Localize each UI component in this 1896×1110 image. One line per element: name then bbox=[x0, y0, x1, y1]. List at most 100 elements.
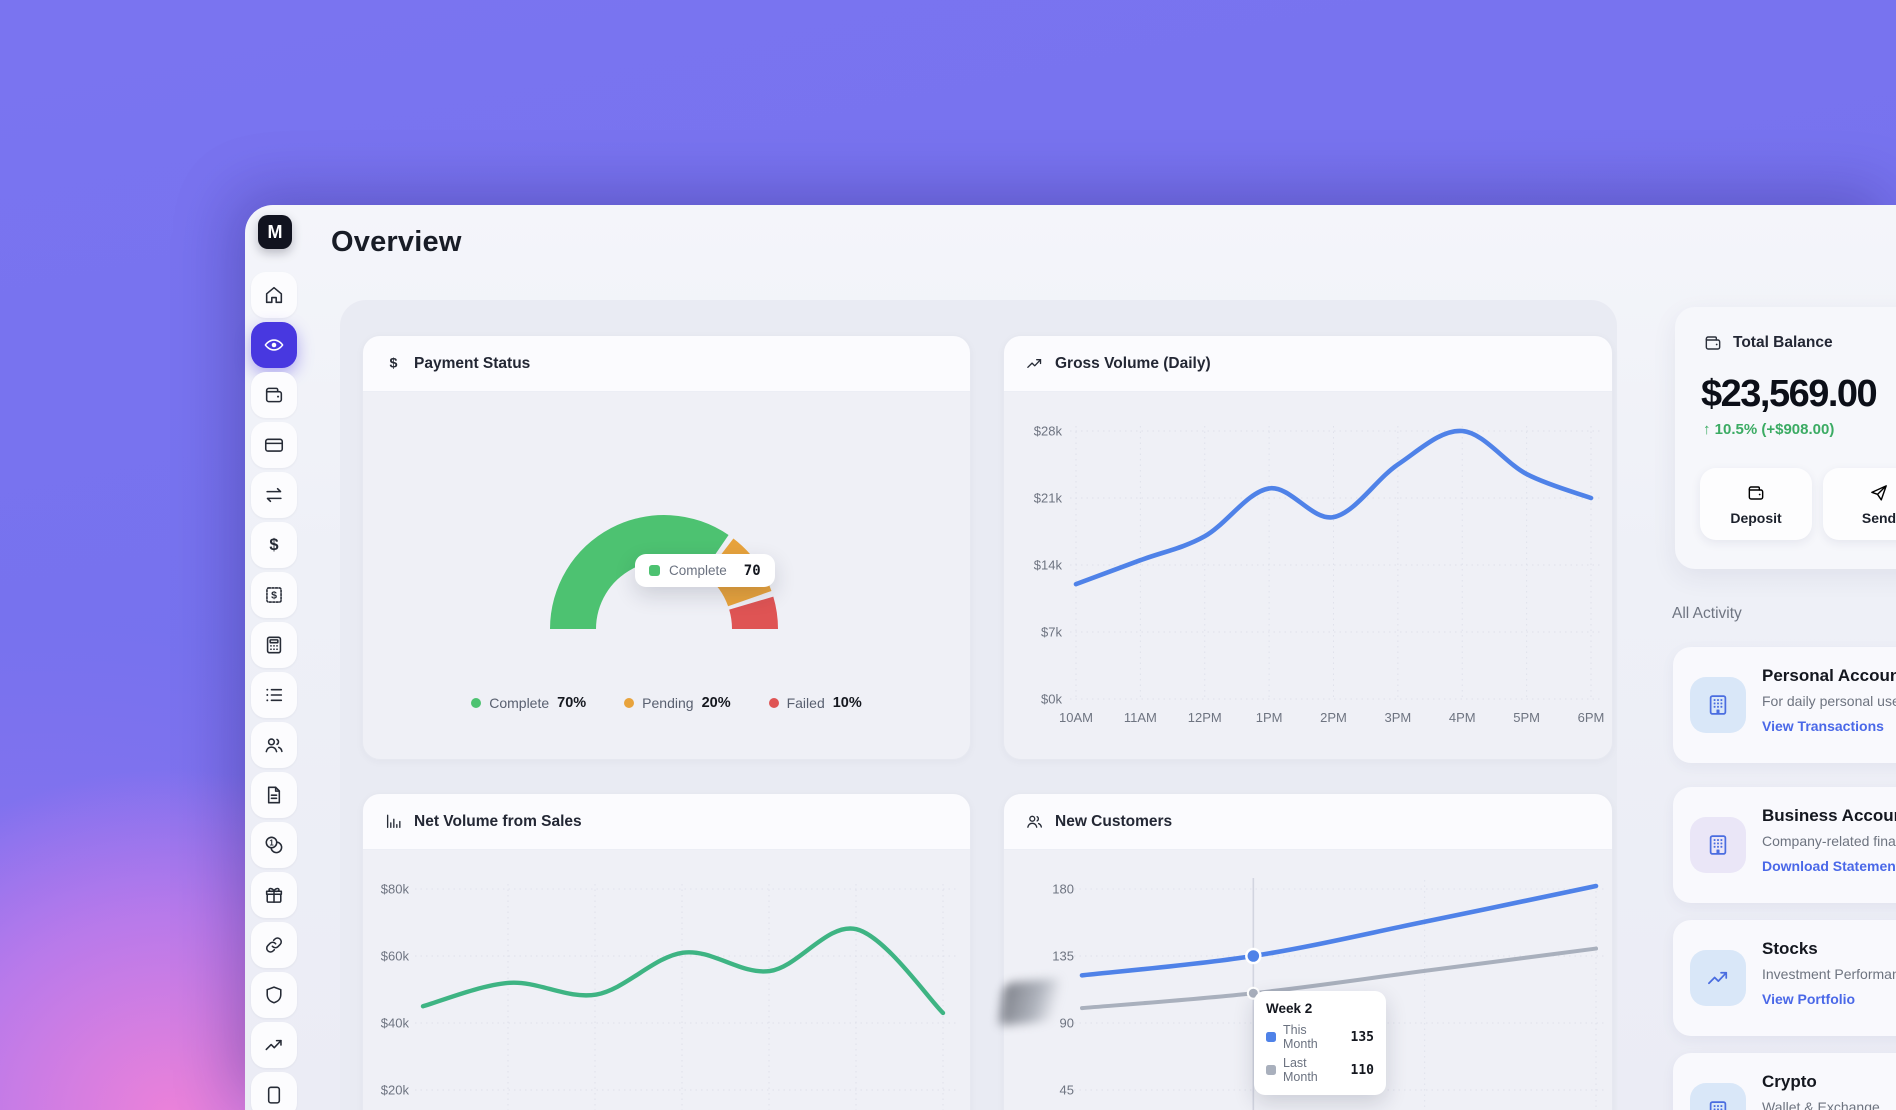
card-title: Net Volume from Sales bbox=[414, 813, 582, 831]
svg-text:6PM: 6PM bbox=[1578, 710, 1605, 725]
legend-item: Complete70% bbox=[471, 695, 586, 711]
sidebar-item-calculator[interactable] bbox=[251, 622, 297, 668]
device-icon bbox=[263, 1084, 285, 1106]
tooltip-label: Last Month bbox=[1283, 1056, 1344, 1084]
dollar-icon: $ bbox=[263, 534, 285, 556]
card-title: New Customers bbox=[1055, 813, 1172, 831]
total-balance-card: Total Balance $23,569.00 ↑ 10.5% (+$908.… bbox=[1675, 307, 1896, 569]
gross-volume-line-chart: $0k$7k$14k$21k$28k10AM11AM12PM1PM2PM3PM4… bbox=[1004, 392, 1613, 760]
svg-text:3PM: 3PM bbox=[1385, 710, 1412, 725]
wallet-icon bbox=[263, 384, 285, 406]
tooltip-row: Last Month 110 bbox=[1266, 1056, 1374, 1084]
svg-text:$40k: $40k bbox=[381, 1016, 410, 1031]
sidebar-item-document[interactable] bbox=[251, 772, 297, 818]
card-title: Gross Volume (Daily) bbox=[1055, 355, 1211, 373]
svg-text:2PM: 2PM bbox=[1320, 710, 1347, 725]
sidebar-item-dollar[interactable]: $ bbox=[251, 522, 297, 568]
svg-text:$60k: $60k bbox=[381, 949, 410, 964]
send-button[interactable]: Send bbox=[1823, 468, 1896, 540]
gross-volume-header: Gross Volume (Daily) bbox=[1004, 336, 1612, 392]
wallet-icon bbox=[1746, 483, 1766, 503]
credit-card-icon bbox=[263, 434, 285, 456]
svg-text:$: $ bbox=[271, 590, 277, 602]
trending-up-icon bbox=[1705, 965, 1731, 991]
gift-icon bbox=[263, 884, 285, 906]
tooltip-row: This Month 135 bbox=[1266, 1023, 1374, 1051]
svg-text:$14k: $14k bbox=[1034, 558, 1063, 573]
view-portfolio-link[interactable]: View Portfolio bbox=[1762, 991, 1896, 1007]
activity-item-personal-account[interactable]: Personal Account For daily personal use … bbox=[1673, 647, 1896, 763]
legend-dot bbox=[624, 698, 634, 708]
svg-text:$20k: $20k bbox=[381, 1083, 410, 1098]
app-logo[interactable]: M bbox=[258, 215, 292, 249]
building-icon bbox=[1705, 832, 1731, 858]
svg-text:11AM: 11AM bbox=[1124, 710, 1157, 725]
total-balance-header: Total Balance bbox=[1703, 333, 1833, 353]
svg-text:180: 180 bbox=[1052, 882, 1074, 897]
activity-item-business-account[interactable]: Business Account Company-related finance… bbox=[1673, 787, 1896, 903]
calculator-icon bbox=[263, 634, 285, 656]
sidebar-item-transfer[interactable] bbox=[251, 472, 297, 518]
payment-status-body: Complete 70 Complete70%Pending20%Failed1… bbox=[363, 392, 970, 760]
tooltip-value: 135 bbox=[1351, 1030, 1374, 1045]
deposit-button[interactable]: Deposit bbox=[1700, 468, 1812, 540]
svg-text:$: $ bbox=[269, 536, 278, 554]
activity-item-crypto[interactable]: Crypto Wallet & Exchange bbox=[1673, 1053, 1896, 1110]
legend-value: 20% bbox=[702, 695, 731, 711]
view-transactions-link[interactable]: View Transactions bbox=[1762, 718, 1896, 734]
page-title: Overview bbox=[331, 226, 462, 259]
payment-status-legend: Complete70%Pending20%Failed10% bbox=[363, 695, 970, 711]
svg-text:135: 135 bbox=[1052, 949, 1074, 964]
sidebar-item-wallet[interactable] bbox=[251, 372, 297, 418]
tooltip-label: Complete bbox=[669, 563, 727, 578]
users-icon bbox=[263, 734, 285, 756]
sidebar-item-eye[interactable] bbox=[251, 322, 297, 368]
sidebar-item-credit-card[interactable] bbox=[251, 422, 297, 468]
payment-status-card: $ Payment Status Complete 70 Complete70%… bbox=[362, 335, 971, 760]
svg-text:$: $ bbox=[390, 356, 398, 372]
activity-title: Stocks bbox=[1762, 939, 1896, 959]
bar-chart-icon bbox=[384, 812, 403, 831]
new-customers-header: New Customers bbox=[1004, 794, 1612, 850]
svg-text:$7k: $7k bbox=[1041, 625, 1062, 640]
svg-text:$28k: $28k bbox=[1034, 424, 1063, 439]
svg-text:45: 45 bbox=[1060, 1083, 1074, 1098]
svg-text:$21k: $21k bbox=[1034, 491, 1063, 506]
download-statements-link[interactable]: Download Statements bbox=[1762, 858, 1896, 874]
activity-title: Business Account bbox=[1762, 806, 1896, 826]
account-tile bbox=[1690, 817, 1746, 873]
button-label: Deposit bbox=[1730, 510, 1781, 526]
net-volume-card: Net Volume from Sales $20k$40k$60k$80k bbox=[362, 793, 971, 1110]
sidebar-item-device[interactable] bbox=[251, 1072, 297, 1110]
legend-label: Complete bbox=[489, 695, 549, 711]
sidebar-item-home[interactable] bbox=[251, 272, 297, 318]
gross-volume-body: $0k$7k$14k$21k$28k10AM11AM12PM1PM2PM3PM4… bbox=[1004, 392, 1612, 760]
sidebar-item-list[interactable] bbox=[251, 672, 297, 718]
svg-text:10AM: 10AM bbox=[1059, 710, 1093, 725]
tooltip-value: 110 bbox=[1351, 1063, 1374, 1078]
sidebar-item-trending-up[interactable] bbox=[251, 1022, 297, 1068]
net-volume-body: $20k$40k$60k$80k bbox=[363, 850, 970, 1110]
svg-text:4PM: 4PM bbox=[1449, 710, 1476, 725]
activity-subtitle: Company-related finances bbox=[1762, 833, 1896, 849]
activity-item-stocks[interactable]: Stocks Investment Performance View Portf… bbox=[1673, 920, 1896, 1036]
document-icon bbox=[263, 784, 285, 806]
sidebar-item-invoice[interactable]: $ bbox=[251, 572, 297, 618]
sidebar-item-link[interactable] bbox=[251, 922, 297, 968]
svg-text:12PM: 12PM bbox=[1188, 710, 1222, 725]
invoice-icon: $ bbox=[263, 584, 285, 606]
sidebar-item-coins[interactable]: 1 bbox=[251, 822, 297, 868]
trending-up-icon bbox=[263, 1034, 285, 1056]
sidebar-item-shield[interactable] bbox=[251, 972, 297, 1018]
legend-label: Pending bbox=[642, 695, 693, 711]
legend-value: 10% bbox=[833, 695, 862, 711]
dollar-icon: $ bbox=[384, 354, 403, 373]
legend-swatch bbox=[1266, 1065, 1276, 1075]
sidebar-item-gift[interactable] bbox=[251, 872, 297, 918]
button-label: Send bbox=[1862, 510, 1896, 526]
eye-icon bbox=[263, 334, 285, 356]
sidebar-item-users[interactable] bbox=[251, 722, 297, 768]
legend-dot bbox=[471, 698, 481, 708]
paper-plane-icon bbox=[1869, 483, 1889, 503]
legend-item: Pending 20% bbox=[624, 695, 730, 711]
